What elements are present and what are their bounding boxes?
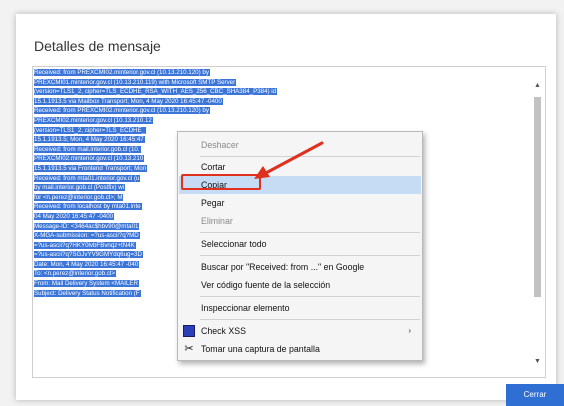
header-line: PREXCMI01.minterior.gov.cl (10.13.210.11…	[34, 78, 277, 88]
menu-item-view-source[interactable]: Ver código fuente de la selección	[179, 276, 421, 294]
header-line-text: PREXCMI01.minterior.gov.cl (10.13.210.11…	[34, 78, 237, 86]
header-line-text: =?us-ascii?q?SGJvYV9GMYdq6ug=3D	[34, 251, 143, 259]
menu-item-label: Tomar una captura de pantalla	[201, 344, 320, 354]
menu-separator	[200, 255, 420, 256]
dialog-title: Detalles de mensaje	[34, 38, 161, 54]
menu-item-search-google[interactable]: Buscar por "Received: from ..." en Googl…	[179, 258, 421, 276]
close-button[interactable]: Cerrar	[506, 384, 564, 406]
scrollbar[interactable]: ▲ ▼	[530, 67, 545, 377]
header-line-text: X-MGA-submission: =?us-ascii?q?MD	[34, 232, 140, 240]
copy-highlight-annotation	[181, 174, 261, 190]
header-line: 15.1.1913.5 via Mailbox Transport; Mon, …	[34, 97, 277, 107]
header-line-text: To: <n.perez@interior.gob.cl>	[34, 270, 116, 278]
header-line-text: (version=TLS1_2, cipher=TLS_ECDHE_	[34, 126, 147, 134]
menu-separator	[200, 319, 420, 320]
menu-item-check-xss[interactable]: Check XSS ›	[179, 322, 421, 340]
header-line-text: Received: from PREXCMI02.minterior.gov.c…	[34, 107, 210, 115]
header-line-text: PREXCMI02.minterior.gov.cl (10.13.210.12	[34, 116, 153, 124]
header-line-text: 15.1.1913.5; Mon, 4 May 2020 16:45:47	[34, 136, 145, 144]
menu-item-paste[interactable]: Pegar	[179, 194, 421, 212]
annotation-arrow-icon	[254, 141, 324, 179]
header-line-text: Date: Mon, 4 May 2020 16:45:47 -040	[34, 260, 140, 268]
header-line-text: Message-ID: <3464ac$hbv90@mta01	[34, 222, 140, 230]
menu-item-inspect[interactable]: Inspeccionar elemento	[179, 299, 421, 317]
header-line-text: (version=TLS1_2, cipher=TLS_ECDHE_RSA_WI…	[34, 88, 278, 96]
header-line: Received: from PREXCMI02.minterior.gov.c…	[34, 106, 277, 116]
header-line-text: PREXCMI02.minterior.gov.cl (10.13.210	[34, 155, 145, 163]
header-line-text: Received: from mta01.interior.gov.cl (u	[34, 174, 141, 182]
chevron-down-icon[interactable]: ▼	[530, 355, 545, 369]
scroll-thumb[interactable]	[534, 97, 541, 297]
header-line: (version=TLS1_2, cipher=TLS_ECDHE_RSA_WI…	[34, 87, 278, 97]
header-line-text: by mail.interior.gob.cl (Postfix) wi	[34, 184, 126, 192]
chevron-right-icon: ›	[408, 326, 411, 335]
header-line-text: =?us-ascii?q?HKY0lvbFBvnqz+tN4K	[34, 241, 136, 249]
header-line-text: for <n.perez@interior.gob.cl>; M	[34, 193, 124, 201]
xss-extension-icon	[183, 325, 195, 337]
menu-item-delete[interactable]: Eliminar	[179, 212, 421, 230]
header-line: PREXCMI02.minterior.gov.cl (10.13.210.12	[34, 116, 277, 126]
header-line: Received: from PREXCMI02.minterior.gov.c…	[34, 68, 277, 78]
menu-separator	[200, 232, 420, 233]
menu-separator	[200, 296, 420, 297]
header-line-text: Subject: Delivery Status Notification (F	[34, 289, 141, 297]
menu-item-select-all[interactable]: Seleccionar todo	[179, 235, 421, 253]
header-line-text: 15.1.1913.5 via Frontend Transport; Mon	[34, 164, 148, 172]
header-line-text: Received: from localhost by mta01.inte	[34, 203, 142, 211]
header-line-text: 15.1.1913.5 via Mailbox Transport; Mon, …	[34, 97, 223, 105]
menu-item-screenshot[interactable]: ✂ Tomar una captura de pantalla	[179, 340, 421, 358]
chevron-up-icon[interactable]: ▲	[530, 79, 545, 93]
header-line-text: 04 May 2020 16:45:47 -0400	[34, 212, 115, 220]
header-line-text: From: Mail Delivery System <MAILER	[34, 280, 140, 288]
header-line-text: Received: from mail.interior.gob.cl (10.	[34, 145, 141, 153]
scissors-icon: ✂	[184, 343, 194, 355]
header-line-text: Received: from PREXCMI02.minterior.gov.c…	[34, 69, 210, 76]
menu-item-label: Check XSS	[201, 326, 246, 336]
